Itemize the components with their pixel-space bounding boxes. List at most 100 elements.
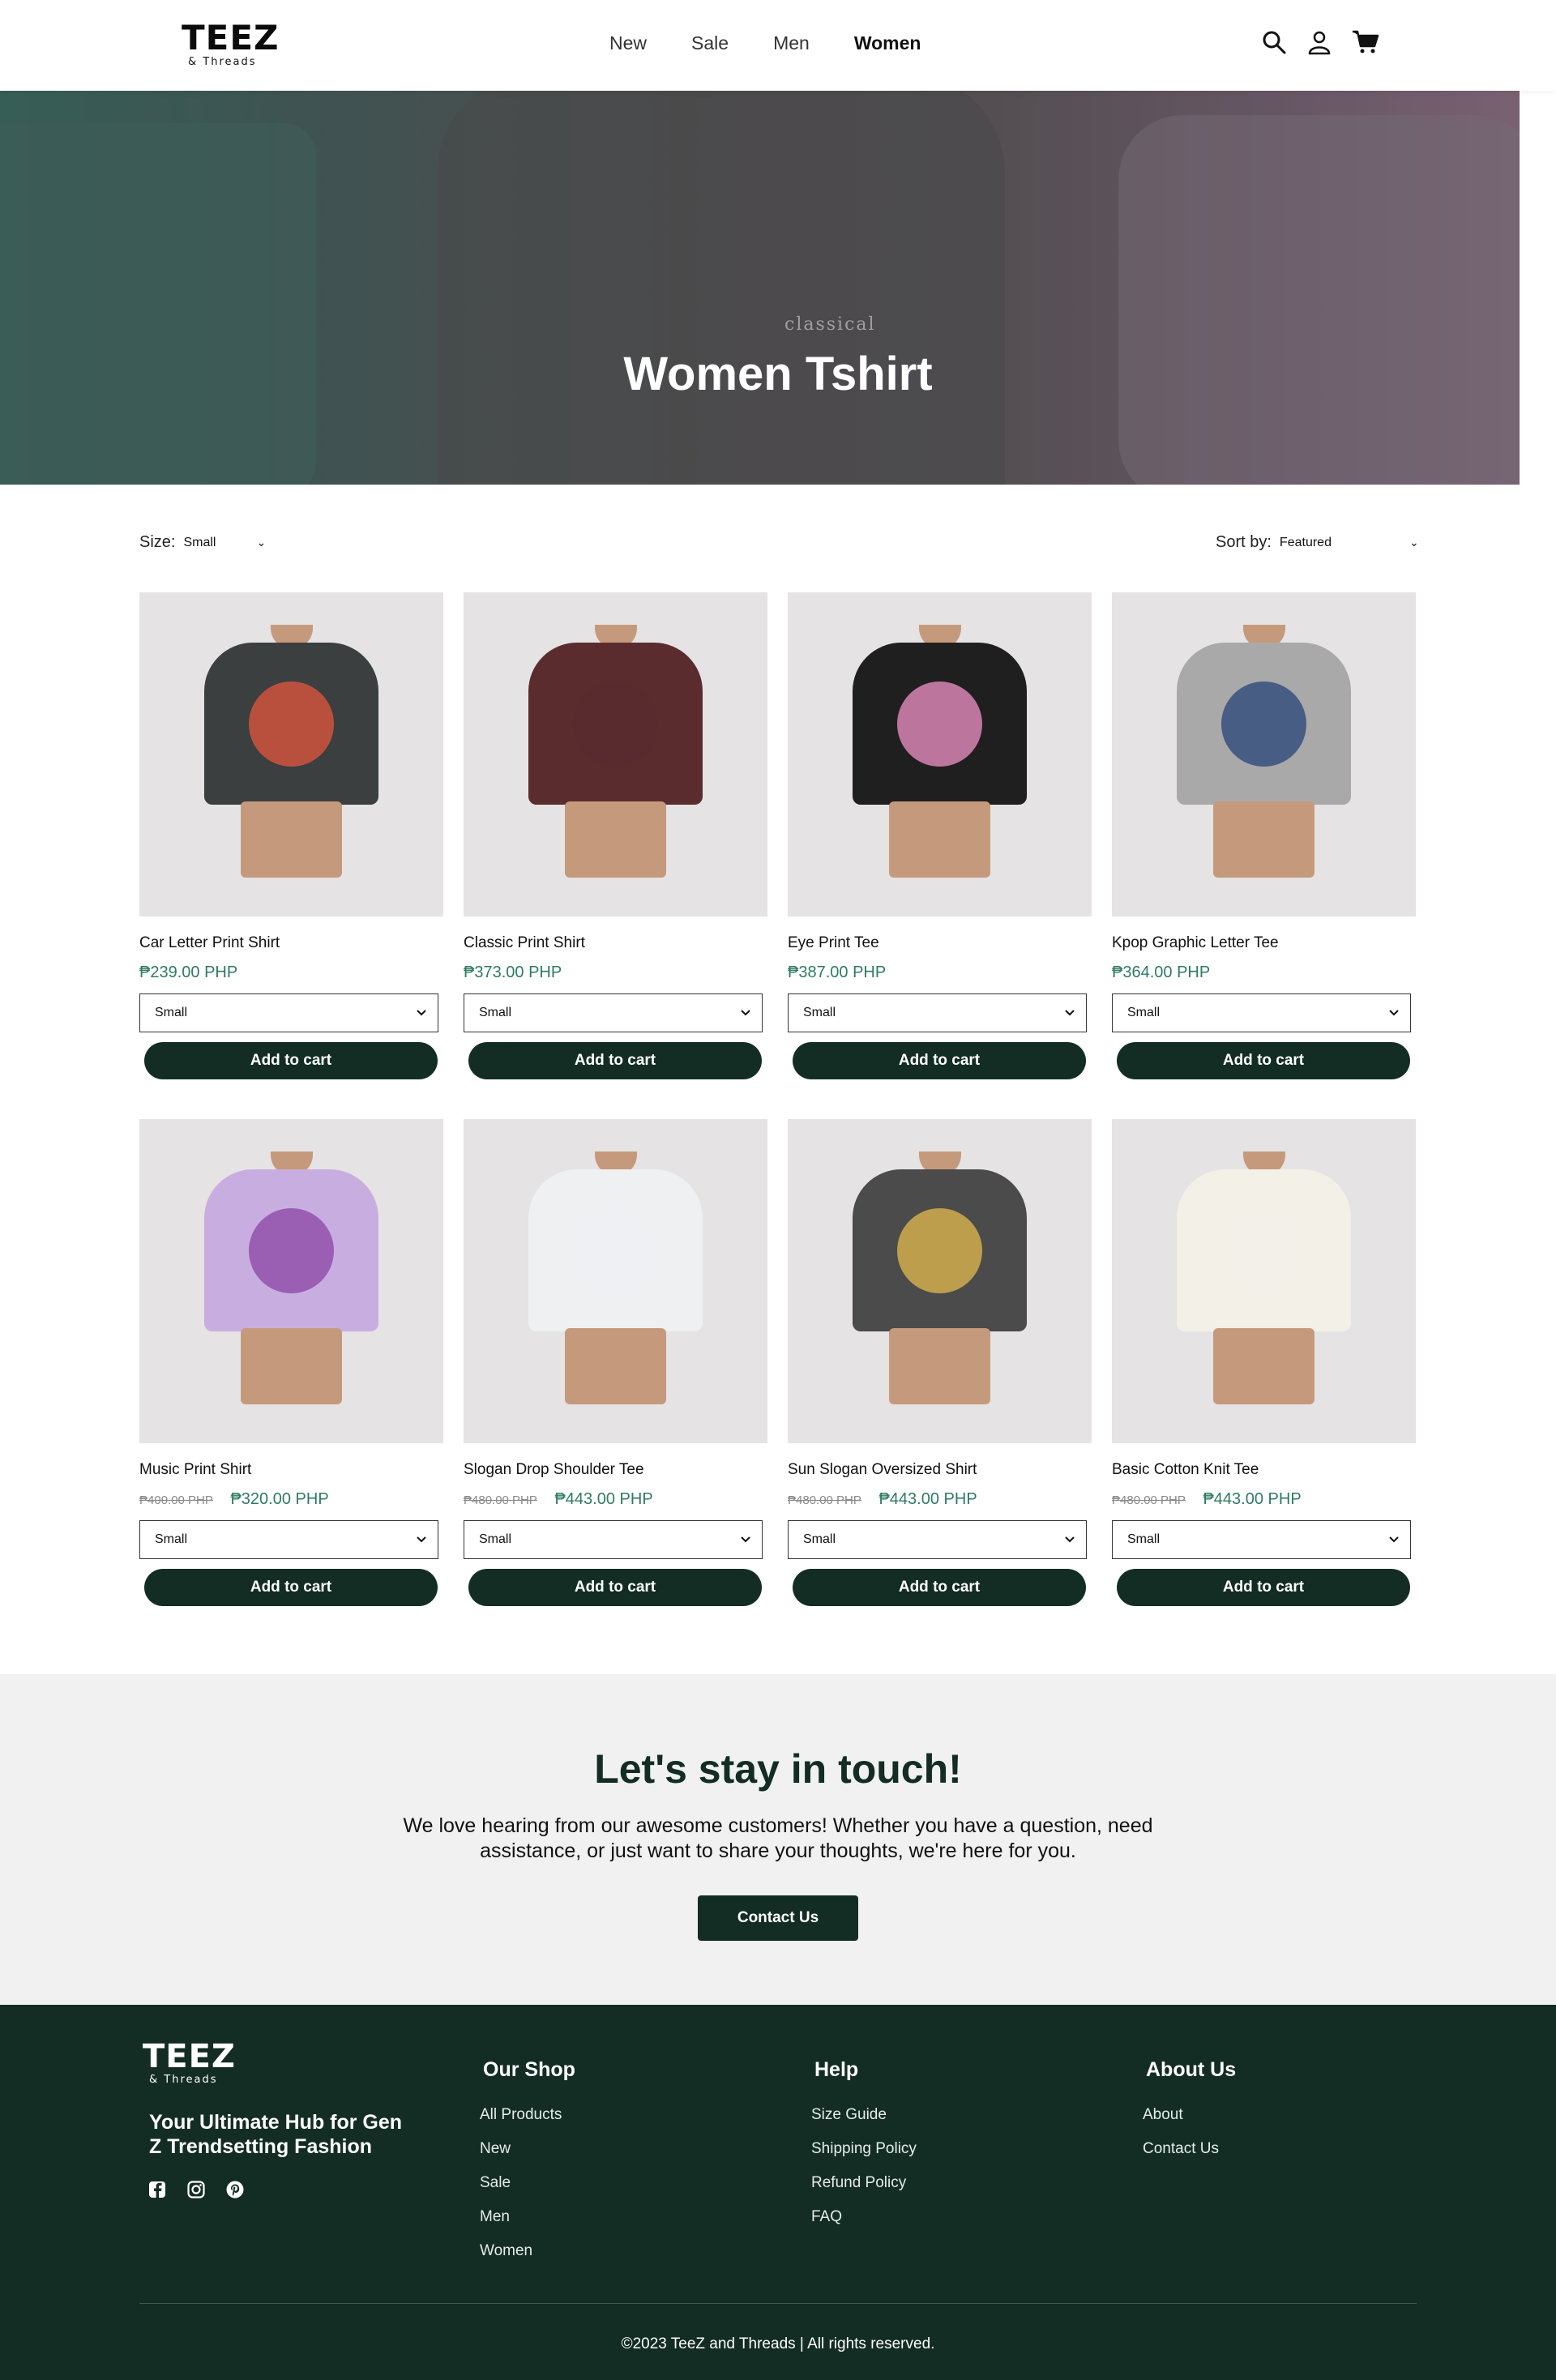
footer-link-about[interactable]: About	[1143, 2106, 1236, 2124]
model-legs	[889, 801, 990, 878]
product-size-select[interactable]: Small	[139, 993, 438, 1032]
product-size-select[interactable]: Small	[1112, 993, 1411, 1032]
add-to-cart-button[interactable]: Add to cart	[793, 1569, 1086, 1606]
product-image[interactable]	[139, 1119, 443, 1443]
add-to-cart-button[interactable]: Add to cart	[1117, 1569, 1410, 1606]
product-size-select[interactable]: Small	[788, 1520, 1087, 1559]
product-price-row: ₱400.00 PHP ₱320.00 PHP	[139, 1490, 443, 1509]
page-title: Women Tshirt	[623, 348, 933, 400]
product-model	[196, 1152, 387, 1404]
nav-men[interactable]: Men	[773, 32, 810, 54]
site-header: TEEZ & Threads New Sale Men Women	[0, 0, 1556, 91]
brand-logo[interactable]: TEEZ & Threads	[182, 18, 280, 68]
product-price-row: ₱373.00 PHP	[464, 964, 767, 982]
product-card: Slogan Drop Shoulder Tee ₱480.00 PHP ₱44…	[464, 1119, 767, 1606]
product-model	[520, 1152, 711, 1404]
search-icon[interactable]	[1261, 29, 1290, 58]
product-size-select[interactable]: Small	[464, 1520, 763, 1559]
product-image[interactable]	[1112, 592, 1416, 917]
product-name[interactable]: Music Print Shirt	[139, 1461, 443, 1479]
filter-bar: Size: Small ⌄ Sort by: Featured ⌄	[0, 485, 1556, 590]
copyright: ©2023 TeeZ and Threads | All rights rese…	[621, 2335, 935, 2352]
product-print	[573, 1208, 658, 1293]
footer-link-all-products[interactable]: All Products	[480, 2106, 575, 2124]
add-to-cart-button[interactable]: Add to cart	[144, 1569, 438, 1606]
product-name[interactable]: Classic Print Shirt	[464, 934, 767, 952]
product-name[interactable]: Eye Print Tee	[788, 934, 1092, 952]
product-image[interactable]	[464, 592, 767, 917]
footer-link-size-guide[interactable]: Size Guide	[811, 2106, 917, 2124]
product-print	[249, 682, 334, 767]
pinterest-icon[interactable]	[225, 2180, 246, 2201]
footer-link-contact-us[interactable]: Contact Us	[1143, 2140, 1236, 2158]
product-name[interactable]: Slogan Drop Shoulder Tee	[464, 1461, 767, 1479]
product-old-price: ₱400.00 PHP	[139, 1493, 213, 1507]
footer-col-title: Help	[814, 2058, 859, 2081]
model-legs	[241, 1328, 342, 1404]
product-print	[1221, 1208, 1306, 1293]
product-image[interactable]	[139, 592, 443, 917]
footer-link-shipping-policy[interactable]: Shipping Policy	[811, 2140, 917, 2158]
sort-filter-value: Featured	[1279, 535, 1332, 549]
model-legs	[889, 1328, 990, 1404]
product-size-select[interactable]: Small	[1112, 1520, 1411, 1559]
instagram-icon[interactable]	[186, 2180, 207, 2201]
product-grid-row-1: Car Letter Print Shirt ₱239.00 PHP Small…	[139, 592, 1417, 1079]
footer-link-refund-policy[interactable]: Refund Policy	[811, 2174, 917, 2192]
product-model	[844, 625, 1035, 878]
product-model	[520, 625, 711, 878]
chevron-down-icon	[741, 1006, 750, 1020]
product-size-select[interactable]: Small	[788, 993, 1087, 1032]
footer-link-faq[interactable]: FAQ	[811, 2208, 917, 2226]
product-card: Basic Cotton Knit Tee ₱480.00 PHP ₱443.0…	[1112, 1119, 1416, 1606]
product-image[interactable]	[788, 592, 1092, 917]
product-size-select[interactable]: Small	[139, 1520, 438, 1559]
footer-logo[interactable]: TEEZ & Threads	[143, 2040, 236, 2085]
nav-women[interactable]: Women	[854, 32, 921, 54]
product-image[interactable]	[464, 1119, 767, 1443]
product-price-row: ₱480.00 PHP ₱443.00 PHP	[1112, 1490, 1416, 1509]
header-actions	[1261, 29, 1381, 58]
product-image[interactable]	[1112, 1119, 1416, 1443]
product-card: Classic Print Shirt ₱373.00 PHP Small Ad…	[464, 592, 767, 1079]
product-name[interactable]: Basic Cotton Knit Tee	[1112, 1461, 1416, 1479]
product-price: ₱443.00 PHP	[878, 1490, 977, 1508]
sort-filter-select[interactable]: Featured ⌄	[1280, 536, 1419, 550]
hero-overlay	[0, 91, 1520, 485]
product-price-row: ₱387.00 PHP	[788, 964, 1092, 982]
footer-link-sale[interactable]: Sale	[480, 2174, 575, 2192]
nav-new[interactable]: New	[609, 32, 647, 54]
social-links	[147, 2180, 246, 2201]
facebook-icon[interactable]	[147, 2180, 169, 2201]
footer-link-men[interactable]: Men	[480, 2208, 575, 2226]
chevron-down-icon	[741, 1532, 750, 1547]
cart-icon[interactable]	[1352, 29, 1381, 58]
product-card: Kpop Graphic Letter Tee ₱364.00 PHP Smal…	[1112, 592, 1416, 1079]
product-image[interactable]	[788, 1119, 1092, 1443]
footer-col-about: About Us About Contact Us	[1143, 2058, 1236, 2174]
footer-link-new[interactable]: New	[480, 2140, 575, 2158]
nav-sale[interactable]: Sale	[691, 32, 729, 54]
add-to-cart-button[interactable]: Add to cart	[468, 1042, 762, 1079]
model-legs	[565, 1328, 666, 1404]
footer-link-women[interactable]: Women	[480, 2242, 575, 2260]
footer-brand-name: TEEZ	[143, 2038, 236, 2075]
chevron-down-icon	[417, 1006, 426, 1020]
size-filter-select[interactable]: Small ⌄	[183, 536, 266, 550]
add-to-cart-button[interactable]: Add to cart	[144, 1042, 438, 1079]
size-filter: Size: Small ⌄	[139, 533, 266, 552]
brand-name: TEEZ	[182, 18, 280, 58]
user-icon[interactable]	[1306, 29, 1336, 58]
contact-us-button[interactable]: Contact Us	[698, 1895, 858, 1941]
product-model	[1169, 625, 1359, 878]
add-to-cart-button[interactable]: Add to cart	[793, 1042, 1086, 1079]
contact-text: We love hearing from our awesome custome…	[403, 1814, 1153, 1863]
product-name[interactable]: Sun Slogan Oversized Shirt	[788, 1461, 1092, 1479]
product-name[interactable]: Car Letter Print Shirt	[139, 934, 443, 952]
add-to-cart-button[interactable]: Add to cart	[468, 1569, 762, 1606]
add-to-cart-button[interactable]: Add to cart	[1117, 1042, 1410, 1079]
footer-col-title: Our Shop	[483, 2058, 575, 2081]
model-legs	[241, 801, 342, 878]
product-size-select[interactable]: Small	[464, 993, 763, 1032]
product-name[interactable]: Kpop Graphic Letter Tee	[1112, 934, 1416, 952]
